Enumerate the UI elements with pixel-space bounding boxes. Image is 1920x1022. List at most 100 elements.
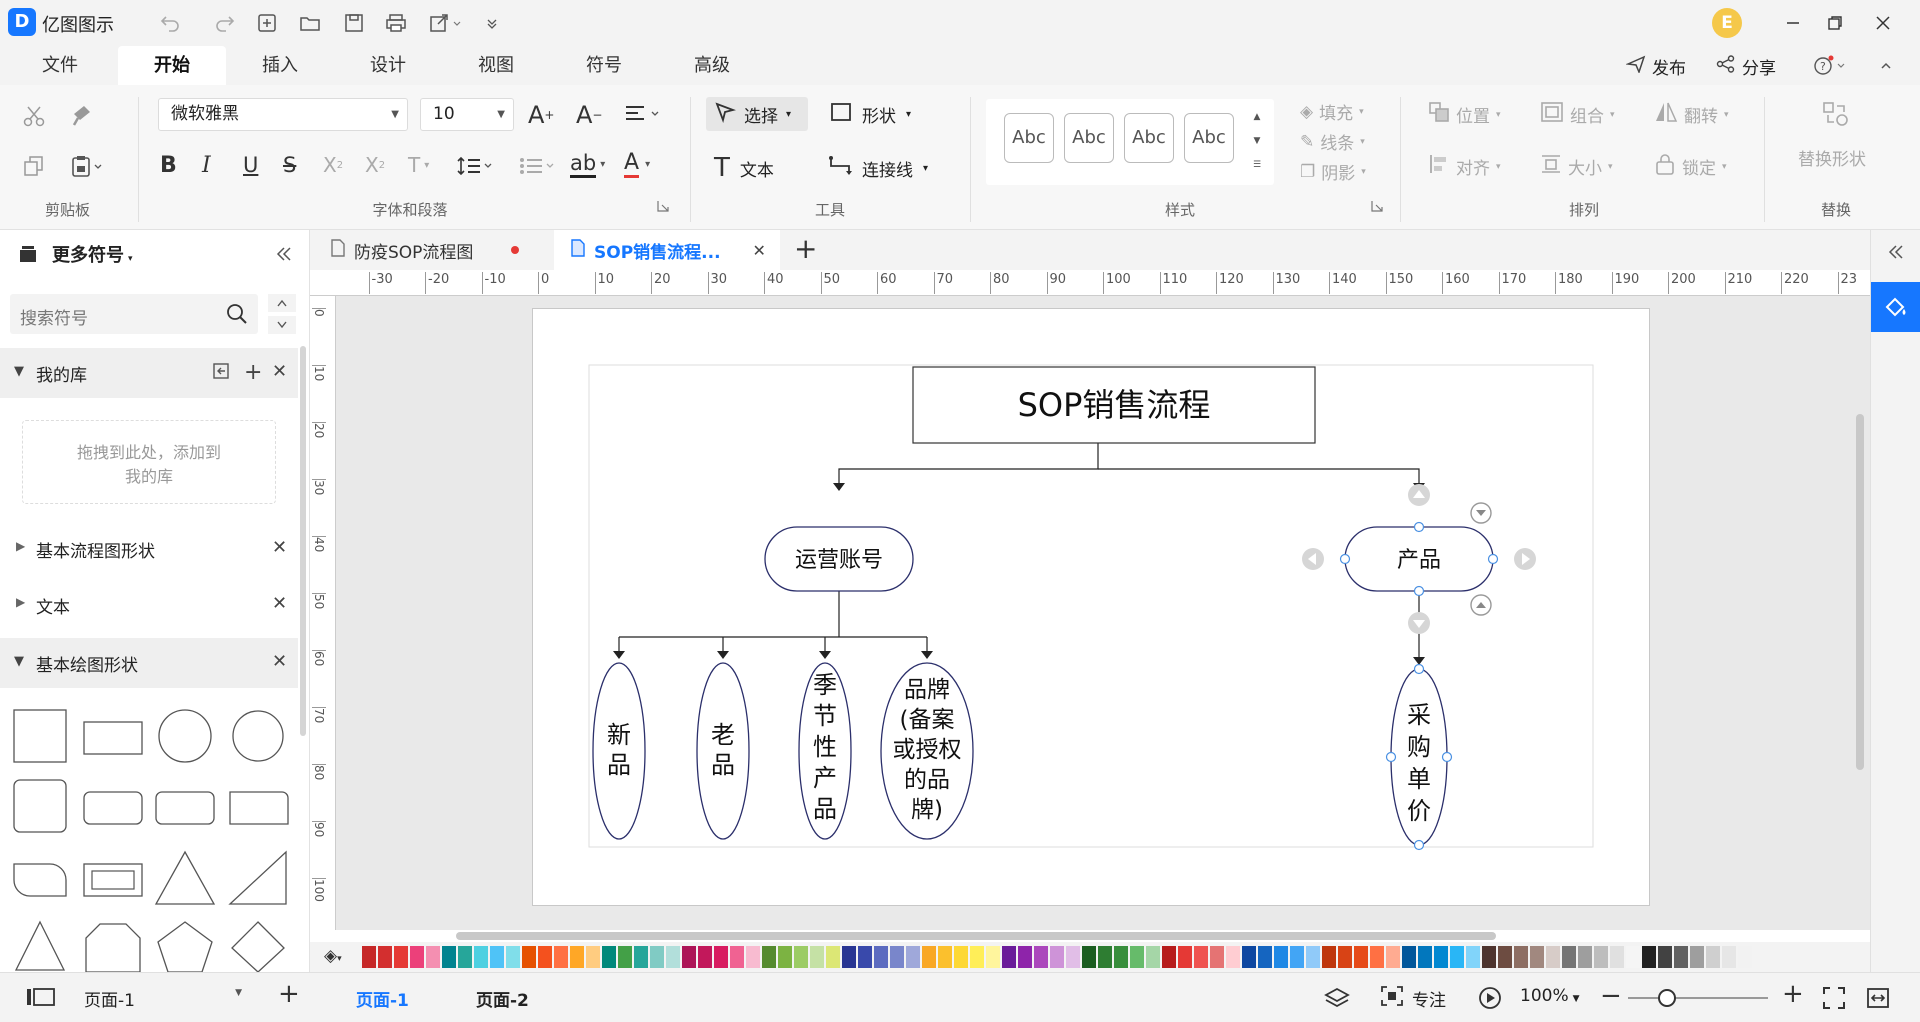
save-icon[interactable] bbox=[340, 10, 368, 36]
color-swatch[interactable] bbox=[1098, 946, 1112, 968]
color-swatch[interactable] bbox=[1050, 946, 1064, 968]
flip-button[interactable]: 翻转 ▾ bbox=[1654, 101, 1729, 128]
print-icon[interactable] bbox=[382, 10, 410, 36]
color-swatch[interactable] bbox=[1018, 946, 1032, 968]
fit-width-icon[interactable] bbox=[1864, 985, 1892, 1011]
color-swatch[interactable] bbox=[1322, 946, 1336, 968]
color-swatch[interactable] bbox=[1578, 946, 1592, 968]
shape-octagon[interactable] bbox=[85, 923, 141, 972]
cut-icon[interactable] bbox=[22, 101, 52, 131]
shape-tab[interactable] bbox=[229, 791, 289, 825]
shape-diamond[interactable] bbox=[231, 921, 285, 972]
color-swatch[interactable] bbox=[1114, 946, 1128, 968]
color-swatch[interactable] bbox=[1242, 946, 1256, 968]
style-sample-4[interactable]: Abc bbox=[1184, 113, 1234, 163]
export-icon[interactable] bbox=[426, 10, 466, 36]
collapse-sidebar-icon[interactable] bbox=[272, 242, 296, 266]
minimize-icon[interactable] bbox=[1776, 8, 1810, 38]
color-swatch[interactable] bbox=[1306, 946, 1320, 968]
page-list-icon[interactable] bbox=[24, 985, 58, 1009]
color-swatch[interactable] bbox=[538, 946, 552, 968]
color-swatch[interactable] bbox=[474, 946, 488, 968]
color-swatch[interactable] bbox=[842, 946, 856, 968]
tab-file[interactable]: 文件 bbox=[20, 46, 100, 85]
color-swatch[interactable] bbox=[954, 946, 968, 968]
color-swatch[interactable] bbox=[1434, 946, 1448, 968]
avatar[interactable]: E bbox=[1712, 8, 1742, 38]
color-swatch[interactable] bbox=[1194, 946, 1208, 968]
color-swatch[interactable] bbox=[522, 946, 536, 968]
color-swatch[interactable] bbox=[938, 946, 952, 968]
font-decrease-icon[interactable]: A − bbox=[576, 101, 602, 129]
focus-mode-button[interactable]: 专注 bbox=[1380, 985, 1446, 1012]
section-text[interactable]: ▶ 文本 ✕ bbox=[0, 582, 298, 628]
shape-right-triangle[interactable] bbox=[228, 850, 287, 905]
color-swatch[interactable] bbox=[778, 946, 792, 968]
drawing-page[interactable]: SOP销售流程 运营账号 产品 新 品 老 品 季 节 性 产 品 品牌 (备案… bbox=[532, 308, 1650, 906]
color-swatch[interactable] bbox=[1562, 946, 1576, 968]
text-highlight-icon[interactable]: ab ▾ bbox=[570, 151, 605, 178]
color-swatch[interactable] bbox=[1354, 946, 1368, 968]
select-tool[interactable]: 选择 ▾ bbox=[706, 97, 808, 131]
font-color-icon[interactable]: A ▾ bbox=[624, 151, 650, 178]
color-swatch[interactable] bbox=[1386, 946, 1400, 968]
style-sample-2[interactable]: Abc bbox=[1064, 113, 1114, 163]
color-swatch[interactable] bbox=[682, 946, 696, 968]
page-tab-2[interactable]: 页面-2 bbox=[476, 986, 529, 1011]
color-swatch[interactable] bbox=[746, 946, 760, 968]
color-swatch[interactable] bbox=[1130, 946, 1144, 968]
text-style-icon[interactable]: T ▾ bbox=[408, 153, 429, 177]
share-button[interactable]: 分享 bbox=[1716, 54, 1776, 79]
color-swatch[interactable] bbox=[442, 946, 456, 968]
shape-rounded-square[interactable] bbox=[13, 779, 67, 833]
color-swatch[interactable] bbox=[1690, 946, 1704, 968]
color-swatch[interactable] bbox=[1402, 946, 1416, 968]
close-icon[interactable]: ✕ bbox=[272, 361, 287, 382]
close-icon[interactable]: ✕ bbox=[272, 593, 287, 614]
color-swatch[interactable] bbox=[906, 946, 920, 968]
close-icon[interactable]: ✕ bbox=[272, 651, 287, 672]
fill-color-icon[interactable]: ◈▾ bbox=[324, 946, 342, 966]
zoom-in-icon[interactable]: + bbox=[1782, 979, 1804, 1009]
color-swatch[interactable] bbox=[922, 946, 936, 968]
strikethrough-icon[interactable]: S bbox=[283, 153, 296, 177]
color-swatch[interactable] bbox=[1178, 946, 1192, 968]
color-swatch[interactable] bbox=[410, 946, 424, 968]
color-swatch[interactable] bbox=[1498, 946, 1512, 968]
color-swatch[interactable] bbox=[634, 946, 648, 968]
open-folder-icon[interactable] bbox=[296, 10, 324, 36]
color-swatch[interactable] bbox=[570, 946, 584, 968]
add-page-icon[interactable]: + bbox=[278, 979, 300, 1009]
color-swatch[interactable] bbox=[586, 946, 600, 968]
section-basic-flowchart[interactable]: ▶ 基本流程图形状 ✕ bbox=[0, 526, 298, 572]
color-swatch[interactable] bbox=[810, 946, 824, 968]
color-swatch[interactable] bbox=[1226, 946, 1240, 968]
shadow-button[interactable]: ❐ 阴影 ▾ bbox=[1300, 159, 1366, 185]
color-swatch[interactable] bbox=[1258, 946, 1272, 968]
quick-access-dropdown-icon[interactable] bbox=[482, 10, 502, 36]
sidebar-scrollbar[interactable] bbox=[300, 346, 306, 736]
tab-design[interactable]: 设计 bbox=[348, 46, 428, 85]
color-swatch[interactable] bbox=[394, 946, 408, 968]
shape-circle[interactable] bbox=[158, 709, 212, 763]
tab-doc-2[interactable]: SOP销售流程... ✕ bbox=[554, 230, 780, 270]
paste-icon[interactable] bbox=[70, 151, 110, 181]
page-tab-1[interactable]: 页面-1 bbox=[356, 986, 409, 1011]
color-swatch[interactable] bbox=[1514, 946, 1528, 968]
tab-advanced[interactable]: 高级 bbox=[672, 46, 752, 85]
tab-view[interactable]: 视图 bbox=[456, 46, 536, 85]
color-swatch[interactable] bbox=[1722, 946, 1736, 968]
color-swatch[interactable] bbox=[362, 946, 376, 968]
add-tab-icon[interactable]: + bbox=[794, 232, 817, 265]
color-swatch[interactable] bbox=[858, 946, 872, 968]
color-swatch[interactable] bbox=[554, 946, 568, 968]
text-tool[interactable]: T 文本 bbox=[714, 151, 774, 185]
color-swatch[interactable] bbox=[794, 946, 808, 968]
color-swatch[interactable] bbox=[1002, 946, 1016, 968]
shape-rounded-rectangle[interactable] bbox=[83, 791, 143, 825]
subscript-icon[interactable]: X2 bbox=[365, 153, 385, 177]
page-select[interactable]: 页面-1 ▼ bbox=[84, 986, 244, 1011]
color-swatch[interactable] bbox=[1450, 946, 1464, 968]
close-icon[interactable]: ✕ bbox=[272, 537, 287, 558]
color-swatch[interactable] bbox=[1482, 946, 1496, 968]
